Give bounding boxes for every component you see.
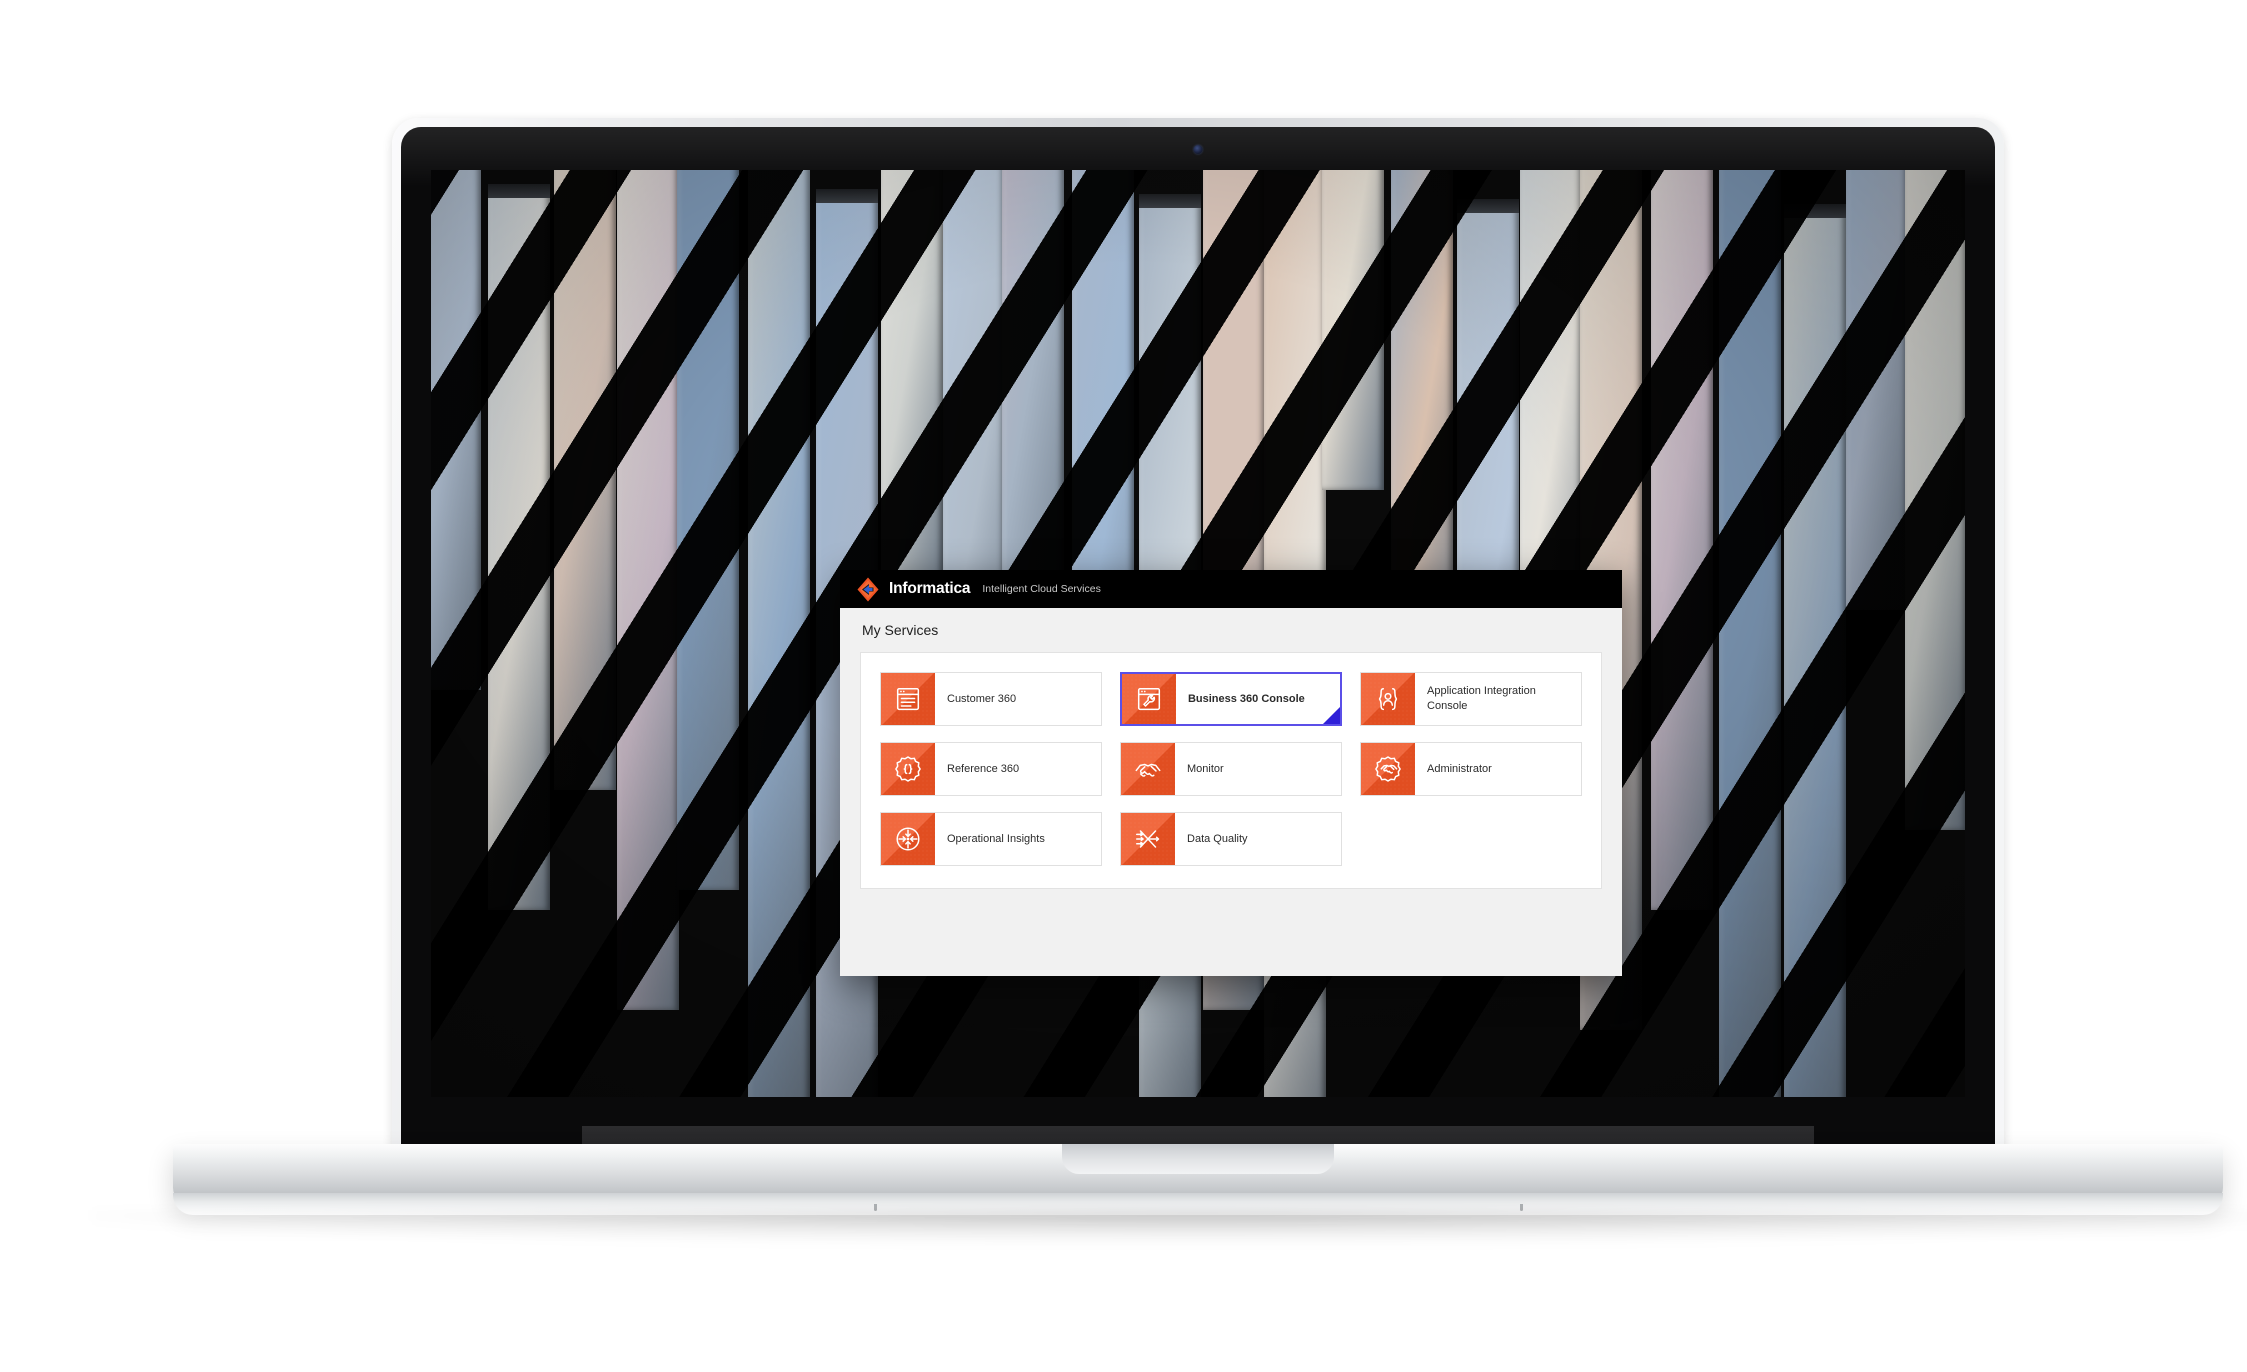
badge-handshake-icon — [1361, 743, 1415, 795]
service-card-administrator[interactable]: Administrator — [1360, 742, 1582, 796]
service-card-label: Monitor — [1187, 762, 1224, 775]
service-card-customer-360[interactable]: Customer 360 — [880, 672, 1102, 726]
badge-braces-icon — [881, 743, 935, 795]
service-card-label: Administrator — [1427, 762, 1492, 775]
browser-list-icon — [881, 673, 935, 725]
service-card-label: Customer 360 — [947, 692, 1017, 705]
my-services-dialog: Informatica Intelligent Cloud Services M… — [840, 570, 1622, 976]
circle-inward-arrows-icon — [881, 813, 935, 865]
laptop-shadow — [92, 1210, 2247, 1244]
screenshot-root: Informatica Intelligent Cloud Services M… — [0, 0, 2247, 1372]
laptop-device: Informatica Intelligent Cloud Services M… — [92, 118, 2247, 1244]
brackets-person-icon — [1361, 673, 1416, 725]
webcam-icon — [1193, 145, 1203, 154]
funnel-merge-arrows-icon — [1121, 813, 1176, 865]
service-card-business-360-console[interactable]: Business 360 Console — [1119, 672, 1343, 726]
laptop-base-notch — [1062, 1144, 1334, 1174]
handshake-icon — [1121, 743, 1175, 795]
dialog-body: My Services Customer 360 Business 360 Con… — [840, 608, 1622, 889]
service-row: Customer 360 Business 360 Console Applicat… — [880, 672, 1582, 726]
brand-name: Informatica — [889, 580, 971, 597]
brand-tagline: Intelligent Cloud Services — [982, 583, 1101, 595]
service-card-label: Operational Insights — [947, 832, 1045, 845]
browser-wrench-icon — [1121, 674, 1176, 724]
page-title: My Services — [862, 622, 939, 638]
dialog-header: Informatica Intelligent Cloud Services — [840, 570, 1622, 608]
service-card-monitor[interactable]: Monitor — [1120, 742, 1342, 796]
services-panel: Customer 360 Business 360 Console Applicat… — [860, 652, 1602, 889]
service-card-empty-slot — [1360, 812, 1582, 866]
service-card-data-quality[interactable]: Data Quality — [1120, 812, 1343, 866]
service-card-label: Application Integration Console — [1427, 685, 1536, 712]
service-row: Operational Insights Data Quality — [880, 812, 1582, 866]
service-row: Reference 360 Monitor Administrator — [880, 742, 1582, 796]
service-card-label: Data Quality — [1187, 832, 1248, 845]
service-card-application-integration-console[interactable]: Application Integration Console — [1360, 672, 1582, 726]
informatica-diamond-logo — [857, 577, 879, 601]
selected-corner-flag-icon — [1323, 707, 1341, 724]
service-card-label: Reference 360 — [947, 762, 1020, 775]
service-card-operational-insights[interactable]: Operational Insights — [880, 812, 1103, 866]
service-card-reference-360[interactable]: Reference 360 — [880, 742, 1102, 796]
service-card-label: Business 360 Console — [1187, 692, 1305, 705]
laptop-screen: Informatica Intelligent Cloud Services M… — [431, 170, 1965, 1097]
